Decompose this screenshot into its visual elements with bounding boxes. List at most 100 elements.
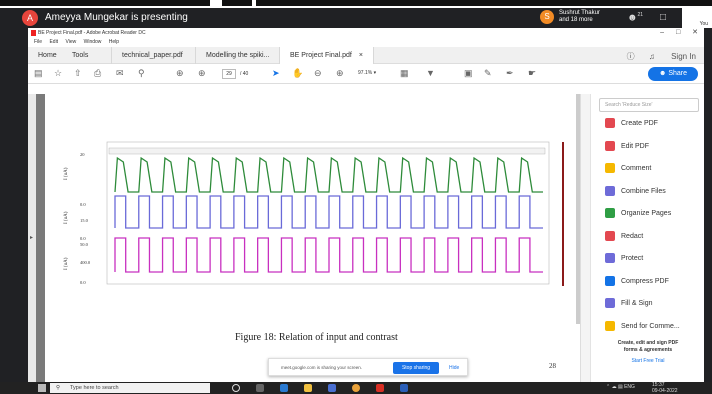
tool-send-for-comme[interactable]: Send for Comme... — [605, 320, 680, 331]
axis-label-2: I (uA) — [64, 211, 69, 224]
store-icon[interactable] — [328, 384, 336, 392]
signal-trace-2 — [114, 195, 543, 229]
tick-label: 0.0 — [80, 280, 86, 285]
tick-label: 20 — [80, 152, 85, 157]
promo-line1: Create, edit and sign PDF — [617, 340, 679, 346]
tool-combine-files[interactable]: Combine Files — [605, 185, 666, 196]
hand-tool-icon[interactable]: ✋ — [292, 68, 303, 79]
free-trial-link[interactable]: Start Free Trial — [593, 358, 703, 365]
presenter-avatar: A — [22, 10, 38, 26]
pen-icon[interactable]: ✎ — [484, 68, 492, 79]
tool-comment[interactable]: Comment — [605, 163, 651, 173]
save-icon[interactable]: ▤ — [34, 68, 43, 79]
tab-technical-paper[interactable]: technical_paper.pdf — [112, 47, 196, 64]
expand-left-icon: ▸ — [30, 235, 34, 241]
right-pane-gutter[interactable] — [581, 94, 591, 382]
stop-sharing-button[interactable]: Stop sharing — [393, 362, 439, 374]
tool-compress-pdf[interactable]: Compress PDF — [605, 275, 669, 286]
tab-close-icon[interactable]: × — [359, 52, 363, 59]
sign-icon[interactable]: ✒ — [506, 68, 514, 79]
clock[interactable]: 15:37 09-04-2022 — [652, 382, 678, 394]
tool-icon — [605, 275, 615, 286]
tool-organize-pages[interactable]: Organize Pages — [605, 208, 671, 218]
zoom-out-icon[interactable]: ⊖ — [314, 68, 322, 79]
bell-icon[interactable]: ♫ — [649, 52, 655, 61]
stamp-icon[interactable]: ☛ — [528, 68, 536, 79]
clock-date: 09-04-2022 — [652, 388, 678, 394]
page-number-input[interactable]: 29 — [222, 69, 236, 79]
sign-in-link[interactable]: Sign In — [671, 52, 696, 61]
file-explorer-icon[interactable] — [304, 384, 312, 392]
page-count: / 40 — [240, 71, 249, 77]
tool-fill-sign[interactable]: Fill & Sign — [605, 298, 653, 308]
system-tray[interactable]: ⌃ ☁ ▤ ENG — [606, 384, 635, 390]
share-button[interactable]: ☻ Share — [648, 67, 698, 81]
task-view-icon[interactable] — [256, 384, 264, 392]
tab-tools[interactable]: Tools — [62, 47, 112, 64]
cortana-icon[interactable] — [232, 384, 240, 392]
bookmark-icon[interactable]: ☆ — [54, 68, 62, 79]
zoom-select[interactable]: 97.1% ▾ — [358, 70, 376, 76]
tool-protect[interactable]: Protect — [605, 253, 643, 263]
taskbar: ⚲ Type here to search ⌃ ☁ ▤ ENG 15:37 09… — [0, 382, 712, 394]
page-number-footer: 28 — [549, 362, 556, 370]
next-page-icon[interactable]: ⊕ — [198, 68, 206, 79]
viewer-name: Sushrut Thakur — [559, 10, 600, 16]
tools-search-input[interactable]: Search 'Reduce Size' — [599, 98, 699, 112]
search-icon[interactable]: ⚲ — [138, 68, 145, 79]
tick-label: 15.0 — [80, 218, 89, 223]
strip-block — [0, 0, 210, 6]
tool-label: Protect — [621, 254, 644, 262]
tabbar-right: ⓘ ♫ Sign In — [627, 51, 696, 62]
promo-box: Create, edit and sign PDF forms & agreem… — [593, 340, 703, 365]
tool-icon — [605, 208, 615, 218]
windows-start-icon[interactable] — [38, 384, 46, 392]
people-count: 21 — [637, 12, 644, 18]
tool-icon — [605, 118, 615, 128]
menu-help[interactable]: Help — [109, 39, 119, 45]
strip-block — [256, 0, 712, 6]
minimize-icon[interactable]: – — [660, 29, 664, 36]
select-tool-icon[interactable]: ➤ — [272, 68, 280, 79]
zoom-value: 97.1% — [358, 70, 373, 76]
acrobat-taskbar-icon[interactable] — [376, 384, 384, 392]
people-icon[interactable]: ☻21 — [627, 12, 643, 23]
menu-window[interactable]: Window — [84, 39, 102, 45]
toolbar: ▤ ☆ ⇧ ⎙ ✉ ⚲ ⊕ ⊕ 29 / 40 ➤ ✋ ⊖ ⊕ 97.1% ▾ … — [28, 64, 704, 84]
print-icon[interactable]: ⎙ — [94, 68, 101, 79]
tool-edit-pdf[interactable]: Edit PDF — [605, 140, 649, 151]
edge-icon[interactable] — [280, 384, 288, 392]
participants-label[interactable]: Sushrut Thakur and 18 more — [559, 10, 600, 24]
menu-view[interactable]: View — [65, 39, 76, 45]
left-panel-toggle[interactable]: ▸ — [28, 94, 36, 382]
chat-icon[interactable]: □ — [660, 12, 666, 23]
fit-page-icon[interactable]: ▦ — [400, 68, 409, 79]
scroll-mode-icon[interactable]: ▼ — [426, 68, 435, 78]
tool-icon — [605, 253, 615, 263]
taskbar-search-input[interactable]: ⚲ Type here to search — [50, 383, 210, 393]
comment-icon[interactable]: ▣ — [464, 68, 473, 79]
chrome-icon[interactable] — [352, 384, 360, 392]
tool-redact[interactable]: Redact — [605, 230, 643, 241]
maximize-icon[interactable]: □ — [676, 29, 680, 36]
close-icon[interactable]: ✕ — [692, 29, 698, 36]
menu-edit[interactable]: Edit — [49, 39, 58, 45]
help-icon[interactable]: ⓘ — [627, 52, 635, 61]
tab-be-project[interactable]: BE Project Final.pdf × — [280, 47, 374, 64]
tab-home[interactable]: Home — [28, 47, 64, 64]
tab-be-project-label: BE Project Final.pdf — [290, 52, 352, 59]
prev-page-icon[interactable]: ⊕ — [176, 68, 184, 79]
strip-block — [222, 0, 252, 6]
upload-icon[interactable]: ⇧ — [74, 68, 82, 79]
tools-pane: Search 'Reduce Size' Create PDF Edit PDF C… — [580, 94, 704, 382]
promo-line2: forms & agreements — [623, 347, 673, 353]
taskbar-search-icon: ⚲ — [56, 385, 61, 391]
taskbar-search-label: Type here to search — [70, 385, 119, 391]
word-icon[interactable] — [400, 384, 408, 392]
menu-file[interactable]: File — [34, 39, 42, 45]
zoom-in-icon[interactable]: ⊕ — [336, 68, 344, 79]
hide-link[interactable]: Hide — [449, 365, 459, 371]
tab-modelling[interactable]: Modelling the spiki... — [196, 47, 280, 64]
tool-create-pdf[interactable]: Create PDF — [605, 118, 658, 128]
email-icon[interactable]: ✉ — [116, 68, 124, 79]
